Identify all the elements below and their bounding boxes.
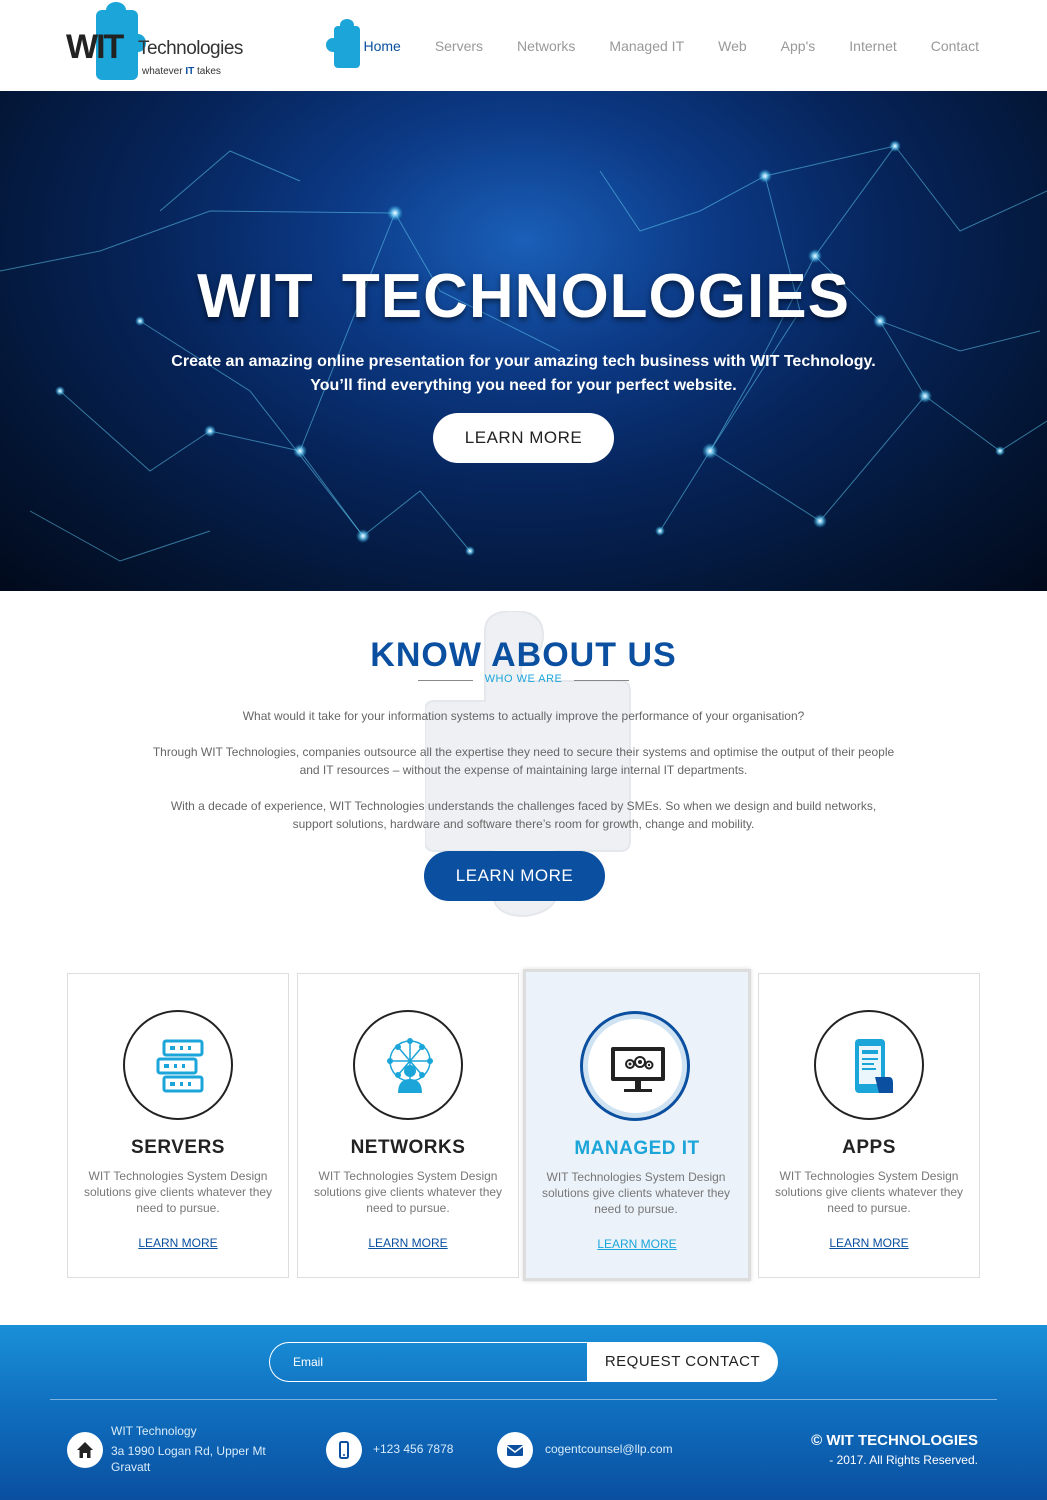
request-contact-button[interactable]: REQUEST CONTACT	[587, 1342, 778, 1382]
nav-managed-it[interactable]: Managed IT	[609, 38, 684, 54]
service-learn-more-link[interactable]: LEARN MORE	[526, 1237, 748, 1251]
service-description: WIT Technologies System Design solutions…	[774, 1169, 964, 1215]
service-learn-more-link[interactable]: LEARN MORE	[298, 1236, 518, 1250]
mobile-app-icon	[814, 1010, 924, 1120]
about-title: KNOW ABOUT US	[370, 636, 677, 674]
nav-web[interactable]: Web	[718, 38, 747, 54]
about-paragraph-3: With a decade of experience, WIT Technol…	[170, 799, 877, 831]
service-learn-more-link[interactable]: LEARN MORE	[759, 1236, 979, 1250]
service-card-apps[interactable]: APPS WIT Technologies System Design solu…	[758, 973, 980, 1278]
about-paragraph-2: Through WIT Technologies, companies outs…	[152, 745, 895, 777]
service-description: WIT Technologies System Design solutions…	[313, 1169, 503, 1215]
service-learn-more-link[interactable]: LEARN MORE	[68, 1236, 288, 1250]
nav-networks[interactable]: Networks	[517, 38, 575, 54]
hero-banner: WIT TECHNOLOGIES Create an amazing onlin…	[0, 91, 1047, 591]
copyright-title: © WIT TECHNOLOGIES	[811, 1432, 978, 1449]
site-header: WIT Technologies whatever IT takes Home …	[0, 0, 1047, 91]
service-description: WIT Technologies System Design solutions…	[83, 1169, 273, 1215]
service-card-servers[interactable]: SERVERS WIT Technologies System Design s…	[67, 973, 289, 1278]
home-icon	[67, 1432, 103, 1468]
logo-technologies-text: Technologies	[138, 38, 243, 59]
main-nav: Home Servers Networks Managed IT Web App…	[329, 38, 979, 54]
service-title: SERVERS	[131, 1137, 225, 1158]
logo[interactable]: WIT Technologies whatever IT takes	[66, 2, 243, 82]
service-card-networks[interactable]: NETWORKS WIT Technologies System Design …	[297, 973, 519, 1278]
footer-divider	[50, 1399, 997, 1400]
site-footer: Email REQUEST CONTACT WIT Technology 3a …	[0, 1325, 1047, 1500]
network-icon	[353, 1010, 463, 1120]
service-title: NETWORKS	[350, 1137, 466, 1158]
mail-icon	[497, 1432, 533, 1468]
hero-subtitle: Create an amazing online presentation fo…	[171, 353, 876, 394]
phone-icon	[326, 1432, 362, 1468]
nav-home[interactable]: Home	[363, 38, 400, 54]
service-description: WIT Technologies System Design solutions…	[541, 1170, 731, 1216]
service-title: APPS	[842, 1137, 896, 1158]
about-subtitle: WHO WE ARE	[484, 673, 563, 685]
nav-servers[interactable]: Servers	[435, 38, 483, 54]
about-paragraph-1: What would it take for your information …	[242, 709, 805, 723]
about-section: KNOW ABOUT US WHO WE ARE What would it t…	[0, 591, 1047, 961]
nav-internet[interactable]: Internet	[849, 38, 896, 54]
footer-phone[interactable]: +123 456 7878	[373, 1441, 453, 1457]
network-background-graphic	[0, 140, 1047, 562]
hero-title: WIT TECHNOLOGIES	[197, 262, 850, 331]
footer-email[interactable]: cogentcounsel@llp.com	[545, 1441, 673, 1457]
nav-contact[interactable]: Contact	[931, 38, 979, 54]
footer-address: 3a 1990 Logan Rd, Upper Mt Gravatt	[111, 1444, 266, 1474]
email-input[interactable]: Email	[269, 1342, 589, 1382]
logo-wit-text: WIT	[66, 28, 124, 66]
server-icon	[123, 1010, 233, 1120]
nav-apps[interactable]: App's	[781, 38, 816, 54]
monitor-gears-icon	[580, 1011, 690, 1121]
service-title: MANAGED IT	[574, 1138, 700, 1159]
divider-right	[574, 680, 629, 681]
service-card-managed-it[interactable]: MANAGED IT WIT Technologies System Desig…	[523, 969, 751, 1281]
hero-learn-more-button[interactable]: LEARN MORE	[433, 413, 614, 463]
about-learn-more-button[interactable]: LEARN MORE	[424, 851, 605, 901]
logo-tagline: whatever IT takes	[142, 66, 221, 77]
footer-company: WIT Technology	[111, 1424, 197, 1438]
copyright-subtitle: - 2017. All Rights Reserved.	[829, 1453, 978, 1467]
